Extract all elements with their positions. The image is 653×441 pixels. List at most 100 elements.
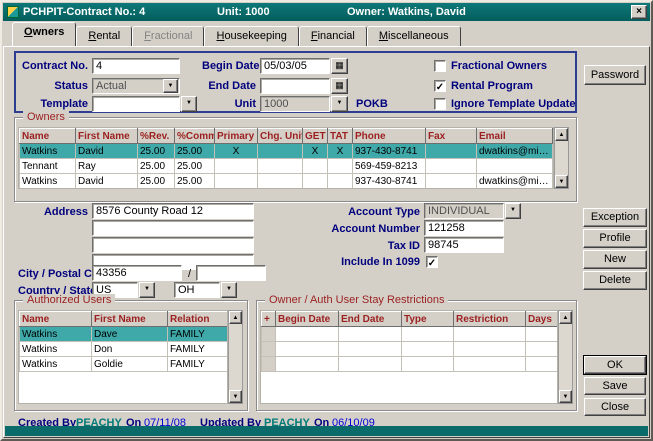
table-cell[interactable]: Watkins bbox=[20, 357, 92, 372]
account-type-dropdown-icon[interactable]: ▼ bbox=[505, 203, 521, 219]
table-cell[interactable]: 937-430-8741 bbox=[353, 174, 426, 189]
table-cell[interactable]: Ray bbox=[76, 159, 138, 174]
owners-table[interactable]: NameFirst Name%Rev.%CommPrimaryChg. Unit… bbox=[19, 128, 553, 189]
table-row[interactable]: WatkinsDonFAMILY bbox=[20, 342, 228, 357]
delete-button[interactable]: Delete bbox=[583, 271, 647, 290]
city-field[interactable]: 43356 bbox=[92, 265, 182, 281]
table-cell[interactable] bbox=[276, 342, 339, 357]
stay-restrictions-table[interactable]: +Begin DateEnd DateTypeRestrictionDays bbox=[261, 311, 558, 372]
table-cell[interactable] bbox=[339, 327, 402, 342]
table-cell[interactable] bbox=[276, 327, 339, 342]
table-cell[interactable]: David bbox=[76, 174, 138, 189]
table-cell[interactable]: 937-430-8741 bbox=[353, 144, 426, 159]
table-cell[interactable] bbox=[262, 327, 276, 342]
table-cell[interactable]: X bbox=[215, 144, 258, 159]
table-cell[interactable]: Goldie bbox=[92, 357, 168, 372]
table-cell[interactable] bbox=[477, 159, 553, 174]
table-cell[interactable]: 25.00 bbox=[138, 174, 175, 189]
scroll-up-icon[interactable]: ▲ bbox=[559, 311, 572, 324]
ok-button[interactable]: OK bbox=[584, 356, 646, 374]
state-combobox[interactable]: OH bbox=[174, 282, 220, 298]
column-header[interactable]: Phone bbox=[353, 129, 426, 144]
table-cell[interactable] bbox=[262, 357, 276, 372]
table-cell[interactable] bbox=[258, 144, 303, 159]
table-cell[interactable] bbox=[215, 159, 258, 174]
table-cell[interactable] bbox=[402, 357, 454, 372]
table-cell[interactable] bbox=[454, 342, 526, 357]
table-cell[interactable]: dwatkins@micros.com bbox=[477, 174, 553, 189]
end-date-field[interactable] bbox=[260, 78, 330, 94]
tab-financial[interactable]: Financial bbox=[299, 26, 367, 46]
column-header[interactable]: TAT bbox=[328, 129, 353, 144]
scroll-down-icon[interactable]: ▼ bbox=[229, 390, 242, 403]
column-header[interactable]: Name bbox=[20, 129, 76, 144]
address-line-1[interactable]: 8576 County Road 12 bbox=[92, 203, 254, 219]
table-cell[interactable]: Dave bbox=[92, 327, 168, 342]
account-number-field[interactable]: 121258 bbox=[424, 220, 504, 236]
table-cell[interactable]: Don bbox=[92, 342, 168, 357]
table-cell[interactable] bbox=[258, 174, 303, 189]
table-cell[interactable]: 25.00 bbox=[175, 174, 215, 189]
table-row[interactable] bbox=[262, 342, 558, 357]
column-header[interactable]: GET bbox=[303, 129, 328, 144]
table-cell[interactable]: dwatkins@micros.com bbox=[477, 144, 553, 159]
table-cell[interactable] bbox=[328, 159, 353, 174]
column-header[interactable]: Begin Date bbox=[276, 312, 339, 327]
begin-date-calendar-icon[interactable]: ▦ bbox=[331, 58, 348, 74]
account-type-combobox[interactable]: INDIVIDUAL bbox=[424, 203, 504, 219]
table-cell[interactable] bbox=[303, 159, 328, 174]
exception-button[interactable]: Exception bbox=[583, 208, 647, 227]
table-row[interactable]: WatkinsDavid25.0025.00XXX937-430-8741dwa… bbox=[20, 144, 553, 159]
unit-dropdown-icon[interactable]: ▼ bbox=[331, 96, 348, 112]
address-line-2[interactable] bbox=[92, 220, 254, 236]
table-cell[interactable]: Tennant bbox=[20, 159, 76, 174]
table-cell[interactable]: Watkins bbox=[20, 327, 92, 342]
table-cell[interactable] bbox=[328, 174, 353, 189]
table-row[interactable] bbox=[262, 327, 558, 342]
column-header[interactable]: First Name bbox=[92, 312, 168, 327]
table-cell[interactable]: 25.00 bbox=[138, 144, 175, 159]
table-cell[interactable]: FAMILY bbox=[168, 357, 228, 372]
status-dropdown-icon[interactable]: ▼ bbox=[163, 79, 178, 93]
column-header[interactable]: Restriction bbox=[454, 312, 526, 327]
unit-combobox[interactable]: 1000 bbox=[260, 96, 330, 112]
column-header[interactable]: Primary bbox=[215, 129, 258, 144]
table-row[interactable]: WatkinsGoldieFAMILY bbox=[20, 357, 228, 372]
table-row[interactable]: TennantRay25.0025.00569-459-8213 bbox=[20, 159, 553, 174]
save-button[interactable]: Save bbox=[584, 377, 646, 395]
column-header[interactable]: Days bbox=[526, 312, 558, 327]
table-cell[interactable] bbox=[526, 342, 558, 357]
authorized-users-table[interactable]: NameFirst NameRelationWatkinsDaveFAMILYW… bbox=[19, 311, 228, 372]
table-cell[interactable] bbox=[303, 174, 328, 189]
column-header[interactable]: %Rev. bbox=[138, 129, 175, 144]
table-row[interactable]: WatkinsDaveFAMILY bbox=[20, 327, 228, 342]
owners-scrollbar[interactable]: ▲ ▼ bbox=[554, 127, 569, 189]
table-cell[interactable] bbox=[454, 357, 526, 372]
table-cell[interactable] bbox=[426, 144, 477, 159]
scroll-up-icon[interactable]: ▲ bbox=[555, 128, 568, 141]
contract-no-field[interactable]: 4 bbox=[92, 58, 180, 74]
table-cell[interactable] bbox=[402, 327, 454, 342]
table-cell[interactable] bbox=[258, 159, 303, 174]
table-cell[interactable] bbox=[276, 357, 339, 372]
column-header[interactable]: End Date bbox=[339, 312, 402, 327]
template-combobox[interactable] bbox=[92, 96, 180, 112]
begin-date-field[interactable]: 05/03/05 bbox=[260, 58, 330, 74]
table-row[interactable]: WatkinsDavid25.0025.00937-430-8741dwatki… bbox=[20, 174, 553, 189]
rental-program-checkbox[interactable]: ✓ bbox=[434, 80, 446, 92]
scroll-down-icon[interactable]: ▼ bbox=[555, 175, 568, 188]
close-button[interactable]: Close bbox=[584, 398, 646, 416]
country-dropdown-icon[interactable]: ▼ bbox=[139, 282, 155, 298]
include-1099-checkbox[interactable]: ✓ bbox=[426, 256, 438, 268]
column-header[interactable]: Type bbox=[402, 312, 454, 327]
tab-housekeeping[interactable]: Housekeeping bbox=[204, 26, 298, 46]
table-cell[interactable] bbox=[215, 174, 258, 189]
title-bar[interactable]: PCHPIT-Contract No.: 4 Unit: 1000 Owner:… bbox=[3, 3, 650, 21]
table-cell[interactable]: 569-459-8213 bbox=[353, 159, 426, 174]
table-cell[interactable] bbox=[262, 342, 276, 357]
column-header[interactable]: + bbox=[262, 312, 276, 327]
table-cell[interactable] bbox=[526, 357, 558, 372]
table-cell[interactable] bbox=[426, 174, 477, 189]
tax-id-field[interactable]: 98745 bbox=[424, 237, 504, 253]
postal-code-field[interactable] bbox=[196, 265, 266, 281]
